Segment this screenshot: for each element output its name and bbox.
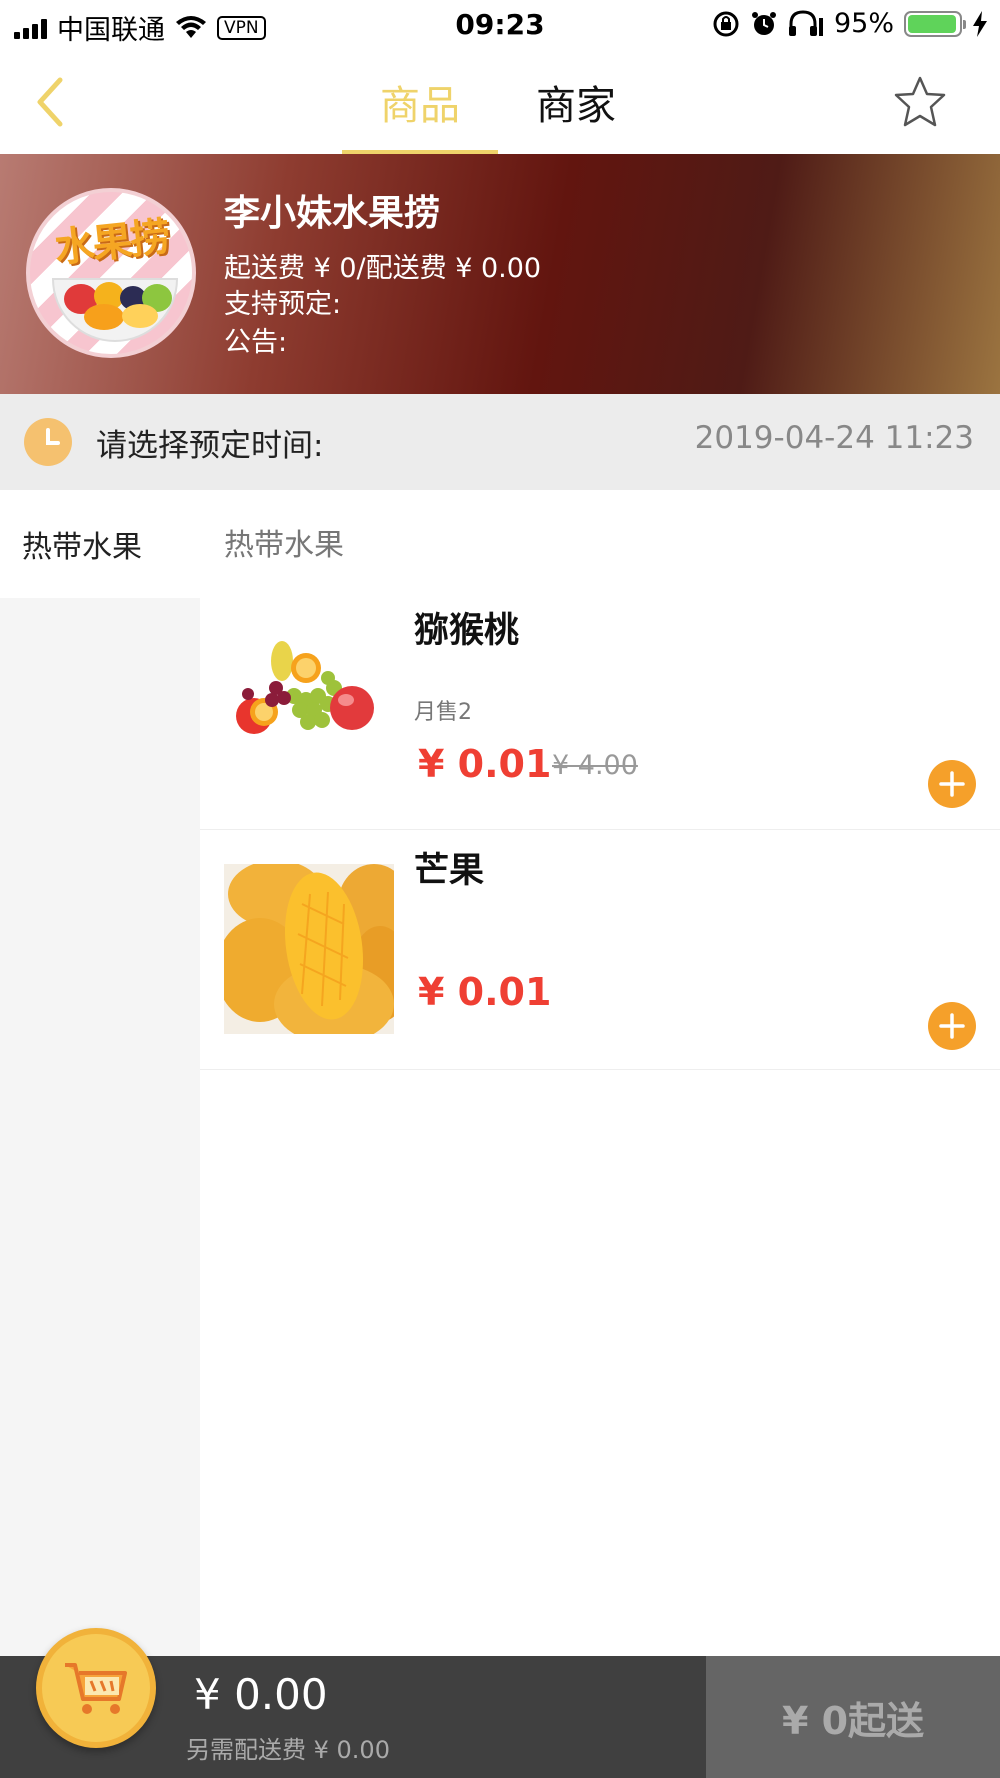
store-fees: 起送费 ¥ 0/配送费 ¥ 0.00 [224,253,542,284]
store-notice: 公告: [224,327,288,358]
category-sidebar: 热带水果 [0,490,200,1656]
store-name: 李小妹水果捞 [224,193,441,234]
product-item[interactable]: 芒果 ¥ 0.01 [200,830,1000,1070]
product-name: 芒果 [414,851,485,891]
tab-merchant[interactable]: 商家 [498,50,654,154]
back-button[interactable] [24,72,74,132]
cart-total: ¥ 0.00 [194,1670,328,1719]
clock-icon [24,418,72,466]
cart-button[interactable] [36,1628,156,1748]
reservation-label: 请选择预定时间: [96,428,324,464]
section-title: 热带水果 [224,528,344,563]
add-to-cart-button[interactable] [928,760,976,808]
alarm-icon [751,11,776,35]
nav-bar: 商品 商家 [0,50,1000,154]
product-monthly-sales: 月售2 [414,700,472,725]
plus-icon [939,771,965,797]
shopping-cart-icon [65,1663,127,1714]
star-icon [894,76,946,127]
category-item-tropical-fruit[interactable]: 热带水果 [0,490,200,598]
fruit-bowl-image [52,278,178,342]
chevron-left-icon [37,77,63,127]
checkout-button[interactable]: ¥ 0起送 [706,1656,1000,1778]
product-original-price: ¥ 4.00 [552,750,638,781]
charging-icon [973,10,987,37]
rotation-lock-icon [713,11,739,36]
headphones-icon [788,9,823,36]
reservation-time-row[interactable]: 请选择预定时间: 2019-04-24 11:23 [0,394,1000,490]
store-reservation-support: 支持预定: [224,289,342,320]
store-header: 水果捞 李小妹水果捞 起送费 ¥ 0/配送费 ¥ 0.00 支持预定: 公告: [0,154,1000,394]
store-logo: 水果捞 [26,188,196,358]
product-image [224,616,394,786]
delivery-fee-note: 另需配送费 ¥ 0.00 [186,1736,390,1764]
battery-percent: 95% [833,8,894,39]
product-item[interactable]: 猕猴桃 月售2 ¥ 0.01 ¥ 4.00 [200,590,1000,830]
product-price: ¥ 0.01 [418,742,552,786]
plus-icon [939,1013,965,1039]
product-name: 猕猴桃 [414,611,520,651]
favorite-button[interactable] [890,72,950,132]
product-image [224,864,394,1034]
logo-text: 水果捞 [52,214,171,272]
battery-icon [904,10,966,37]
add-to-cart-button[interactable] [928,1002,976,1050]
reservation-time-value[interactable]: 2019-04-24 11:23 [695,420,974,456]
product-price: ¥ 0.01 [418,970,552,1014]
tab-products[interactable]: 商品 [342,50,498,154]
status-bar: 中国联通 VPN 09:23 95% [0,0,1000,50]
